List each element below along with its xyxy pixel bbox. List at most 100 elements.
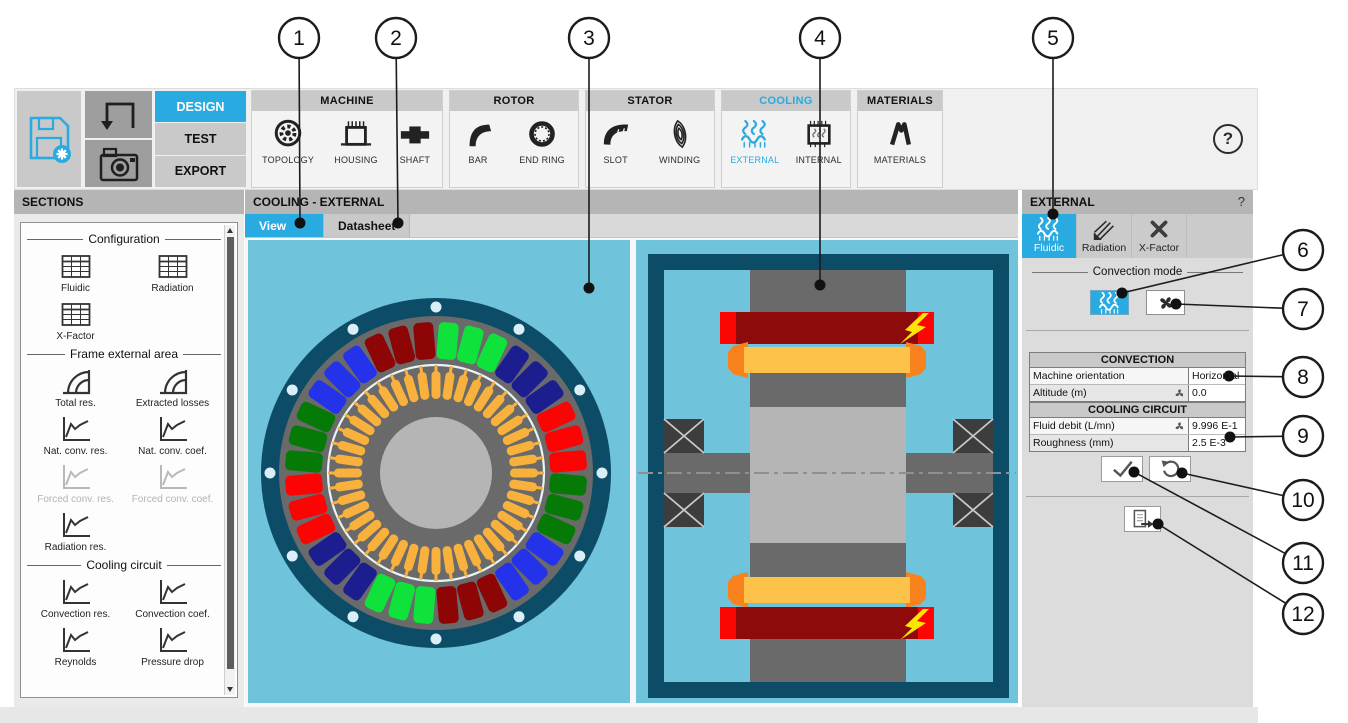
sidebar-scrollbar[interactable] bbox=[224, 225, 235, 695]
winding-icon bbox=[664, 118, 696, 150]
tab-export[interactable]: EXPORT bbox=[155, 156, 246, 187]
stator-core-top bbox=[750, 270, 906, 312]
tab-test[interactable]: TEST bbox=[155, 123, 246, 154]
curve-chart-icon bbox=[61, 414, 91, 444]
tab-radiation[interactable]: Radiation bbox=[1077, 214, 1132, 258]
end-ring-bottom bbox=[744, 577, 910, 603]
end-winding-top bbox=[720, 312, 934, 344]
section-item-radiation[interactable]: Radiation bbox=[124, 251, 221, 294]
fluid-debit-value[interactable]: 9.996 E-1 bbox=[1188, 418, 1245, 434]
confirm-button[interactable] bbox=[1101, 456, 1143, 482]
end-ring-top bbox=[744, 347, 910, 373]
save-icon bbox=[24, 112, 74, 166]
export-button[interactable] bbox=[1124, 506, 1161, 532]
tab-design[interactable]: DESIGN bbox=[155, 91, 246, 122]
panel-title: EXTERNAL bbox=[1030, 195, 1095, 209]
tab-datasheet[interactable]: Datasheet bbox=[324, 214, 410, 237]
section-item-nat-conv-res[interactable]: Nat. conv. res. bbox=[27, 414, 124, 457]
edit-icon bbox=[1174, 388, 1185, 399]
divider bbox=[1026, 330, 1249, 331]
ribbon-item-shaft[interactable]: SHAFT bbox=[398, 118, 432, 165]
save-button[interactable] bbox=[17, 91, 81, 187]
ribbon-item-housing[interactable]: HOUSING bbox=[334, 118, 377, 165]
action-buttons bbox=[1039, 456, 1253, 482]
table-icon bbox=[61, 251, 91, 281]
table-icon bbox=[61, 299, 91, 329]
materials-icon bbox=[885, 118, 915, 150]
edit-icon bbox=[1174, 421, 1185, 432]
svg-text:9: 9 bbox=[1297, 425, 1309, 448]
curve-chart-icon bbox=[158, 577, 188, 607]
ribbon-item-topology[interactable]: TOPOLOGY bbox=[262, 118, 314, 165]
section-item-nat-conv-coef[interactable]: Nat. conv. coef. bbox=[124, 414, 221, 457]
ribbon-item-cooling-internal[interactable]: INTERNAL bbox=[796, 118, 842, 165]
scrollbar-thumb[interactable] bbox=[227, 237, 234, 669]
section-item-pressure-drop[interactable]: Pressure drop bbox=[124, 625, 221, 668]
restore-button[interactable] bbox=[1149, 456, 1191, 482]
rotor-bar-icon bbox=[463, 118, 493, 150]
cooling-circuit-table: COOLING CIRCUIT Fluid debit (L/mn) 9.996… bbox=[1029, 402, 1246, 452]
ribbon-item-slot[interactable]: SLOT bbox=[600, 118, 632, 165]
table-icon bbox=[158, 251, 188, 281]
radial-view-panel[interactable] bbox=[248, 240, 630, 703]
curve-chart-icon bbox=[61, 510, 91, 540]
svg-text:12: 12 bbox=[1291, 603, 1314, 626]
ribbon-item-cooling-external[interactable]: EXTERNAL bbox=[730, 118, 779, 165]
altitude-value[interactable]: 0.0 bbox=[1188, 385, 1245, 401]
stator-slot-icon bbox=[600, 118, 632, 150]
motor-axial-cross-section bbox=[636, 240, 1018, 703]
external-properties-panel: EXTERNAL ? Fluidic Radiation bbox=[1022, 190, 1253, 707]
sidebar-title: SECTIONS bbox=[14, 190, 244, 214]
scroll-up-icon[interactable] bbox=[227, 228, 233, 233]
motor-radial-cross-section bbox=[248, 240, 630, 703]
tab-view[interactable]: View bbox=[245, 214, 324, 237]
ribbon-item-end-ring[interactable]: END RING bbox=[519, 118, 565, 165]
panel-title-bar: EXTERNAL ? bbox=[1022, 190, 1253, 214]
checkmark-icon bbox=[1109, 457, 1135, 481]
section-item-convection-coef[interactable]: Convection coef. bbox=[124, 577, 221, 620]
forced-convection-fan-button[interactable] bbox=[1146, 290, 1185, 315]
group-legend-frame-external-area: Frame external area bbox=[27, 347, 221, 361]
section-item-forced-conv-res[interactable]: Forced conv. res. bbox=[27, 462, 124, 505]
svg-text:4: 4 bbox=[814, 27, 826, 50]
divider bbox=[1026, 496, 1249, 497]
section-item-reynolds[interactable]: Reynolds bbox=[27, 625, 124, 668]
load-arrow-icon bbox=[95, 96, 143, 134]
section-item-extracted-losses[interactable]: Extracted losses bbox=[124, 366, 221, 409]
load-machine-button[interactable] bbox=[85, 91, 152, 138]
section-item-total-res[interactable]: Total res. bbox=[27, 366, 124, 409]
view-tabs: View Datasheet bbox=[245, 214, 1018, 238]
scroll-down-icon[interactable] bbox=[227, 687, 233, 692]
ribbon-item-bar[interactable]: BAR bbox=[463, 118, 493, 165]
machine-orientation-value[interactable]: Horizontal bbox=[1188, 368, 1245, 384]
svg-text:6: 6 bbox=[1297, 239, 1309, 262]
section-item-radiation-res[interactable]: Radiation res. bbox=[27, 510, 124, 553]
convection-mode-legend: Convection mode bbox=[1032, 266, 1243, 278]
curve-chart-icon bbox=[158, 414, 188, 444]
axial-view-panel[interactable] bbox=[636, 240, 1018, 703]
section-item-fluidic[interactable]: Fluidic bbox=[27, 251, 124, 294]
convection-mode-buttons bbox=[1022, 290, 1253, 315]
ribbon-item-materials[interactable]: MATERIALS bbox=[874, 118, 926, 165]
section-item-x-factor[interactable]: X-Factor bbox=[27, 299, 124, 342]
ribbon-group-title: ROTOR bbox=[450, 91, 578, 111]
shaft-icon bbox=[398, 118, 432, 150]
section-item-forced-conv-coef[interactable]: Forced conv. coef. bbox=[124, 462, 221, 505]
section-item-convection-res[interactable]: Convection res. bbox=[27, 577, 124, 620]
roughness-value[interactable]: 2.5 E-3 bbox=[1188, 435, 1245, 451]
help-button[interactable]: ? bbox=[1213, 124, 1243, 154]
svg-text:1: 1 bbox=[293, 27, 305, 50]
ribbon-item-winding[interactable]: WINDING bbox=[659, 118, 700, 165]
ribbon-group-title: COOLING bbox=[722, 91, 850, 111]
main-title: COOLING - EXTERNAL bbox=[245, 190, 1018, 214]
snapshot-button[interactable] bbox=[85, 140, 152, 187]
ribbon-group-rotor: ROTOR BAR END RING bbox=[449, 90, 579, 188]
undo-icon bbox=[1159, 458, 1181, 480]
natural-convection-button[interactable] bbox=[1090, 290, 1129, 315]
tab-fluidic[interactable]: Fluidic bbox=[1022, 214, 1077, 258]
group-legend-configuration: Configuration bbox=[27, 232, 221, 246]
group-legend-cooling-circuit: Cooling circuit bbox=[27, 558, 221, 572]
panel-help-icon[interactable]: ? bbox=[1238, 190, 1245, 214]
curve-chart-icon bbox=[158, 462, 188, 492]
tab-x-factor[interactable]: X-Factor bbox=[1132, 214, 1187, 258]
